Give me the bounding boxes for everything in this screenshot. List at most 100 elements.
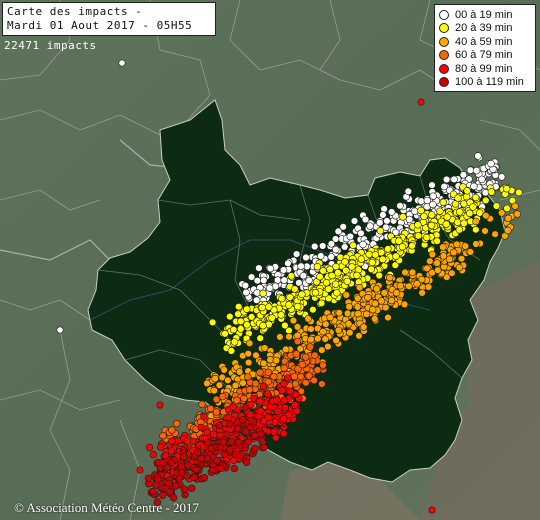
lightning-strike-marker [293,407,301,415]
lightning-strike-marker [233,425,242,433]
lightning-strike-marker [220,366,228,374]
lightning-strike-marker [235,368,244,376]
lightning-strike-marker [251,379,260,388]
lightning-strike-marker [357,255,366,263]
lightning-strike-marker [307,325,315,333]
copyright-notice: © Association Météo Centre - 2017 [14,500,199,515]
lightning-strike-marker [424,283,433,291]
lightning-strike-marker [211,374,219,383]
lightning-strike-marker [314,334,322,343]
lightning-strike-marker [298,290,306,299]
legend-label: 20 à 39 min [455,22,513,35]
lightning-strike-marker [212,408,221,416]
lightning-strike-marker [373,285,381,293]
lightning-strike-marker [429,200,437,209]
lightning-strike-marker [259,382,268,391]
legend-item: 60 à 79 min [439,49,531,63]
lightning-strike-marker [266,356,274,364]
lightning-strike-marker [400,300,409,309]
lightning-strike-marker [428,181,436,189]
lightning-strike-marker [383,217,391,225]
lightning-strike-marker [241,281,250,290]
lightning-strike-marker [498,209,506,217]
lightning-strike-marker [167,447,176,455]
legend-dot-icon [439,36,449,47]
lightning-strike-marker [278,386,286,395]
lightning-strike-marker [245,339,254,347]
lightning-strike-marker [255,264,263,272]
lightning-strike-marker [326,313,334,322]
lightning-strike-marker [333,289,341,297]
lightning-strike-marker [515,188,523,197]
lightning-strike-marker [453,240,461,249]
lightning-strike-marker [156,401,164,409]
lightning-strike-marker [367,265,375,273]
lightning-strike-marker [241,403,249,412]
lightning-strike-marker [272,356,280,365]
lightning-strike-marker [436,207,444,215]
lightning-strike-marker [492,202,501,210]
lightning-strike-marker [504,214,512,223]
lightning-strike-marker [241,427,250,435]
lightning-strike-marker [343,309,352,318]
lightning-strike-marker [173,420,181,428]
lightning-strike-marker [263,390,272,398]
lightning-strike-marker [481,227,489,235]
lightning-strike-marker [334,326,343,334]
lightning-strike-marker [152,481,160,489]
lightning-strike-marker [268,314,276,322]
lightning-strike-marker [476,209,484,217]
lightning-strike-marker [326,265,334,274]
lightning-strike-marker [472,226,480,234]
lightning-strike-marker [190,473,198,482]
lightning-strike-marker [445,255,454,263]
lightning-strike-marker [244,373,252,381]
lightning-strike-marker [256,368,264,376]
lightning-strike-marker [355,332,363,340]
lightning-strike-marker [504,226,512,235]
lightning-strike-marker [423,233,431,242]
lightning-strike-marker [177,462,186,471]
lightning-strike-marker [375,271,383,280]
lightning-strike-marker [457,255,466,263]
lightning-strike-marker [229,403,237,411]
lightning-strike-marker [172,482,180,490]
lightning-strike-marker [204,438,212,447]
lightning-strike-marker [208,318,217,327]
lightning-strike-marker [413,280,421,288]
lightning-strike-marker [404,187,412,196]
lightning-strike-marker [56,326,64,334]
lightning-strike-marker [250,431,259,439]
lightning-strike-marker [360,323,368,331]
legend-label: 40 à 59 min [455,35,513,48]
lightning-strike-marker [482,212,490,220]
lightning-strike-marker [345,320,353,328]
lightning-strike-marker [433,237,441,245]
lightning-strike-marker [482,196,490,205]
lightning-strike-marker [371,251,380,259]
lightning-strike-marker [317,252,325,260]
lightning-strike-marker [221,330,229,338]
legend-label: 60 à 79 min [455,49,513,62]
lightning-strike-marker [472,166,481,175]
lightning-strike-marker [355,283,364,292]
lightning-strike-marker [168,437,176,445]
lightning-strike-marker [313,263,322,271]
lightning-strike-marker [343,277,351,286]
lightning-strike-marker [380,205,388,213]
legend-dot-icon [439,50,449,61]
lightning-strike-marker [292,350,301,358]
lightning-strike-marker [256,334,264,342]
lightning-strike-marker [286,387,294,395]
lightning-strike-marker [163,464,172,472]
lightning-strike-marker [460,200,468,208]
lightning-strike-marker [274,407,282,416]
lightning-strike-marker [491,230,499,238]
lightning-strike-marker [265,303,273,311]
lightning-strike-marker [209,430,218,438]
lightning-map-view: Carte des impacts - Mardi 01 Aout 2017 -… [0,0,540,520]
lightning-strike-marker [443,213,451,221]
lightning-strike-marker [270,428,278,436]
lightning-strike-marker [198,400,206,408]
lightning-strike-marker [414,221,422,229]
